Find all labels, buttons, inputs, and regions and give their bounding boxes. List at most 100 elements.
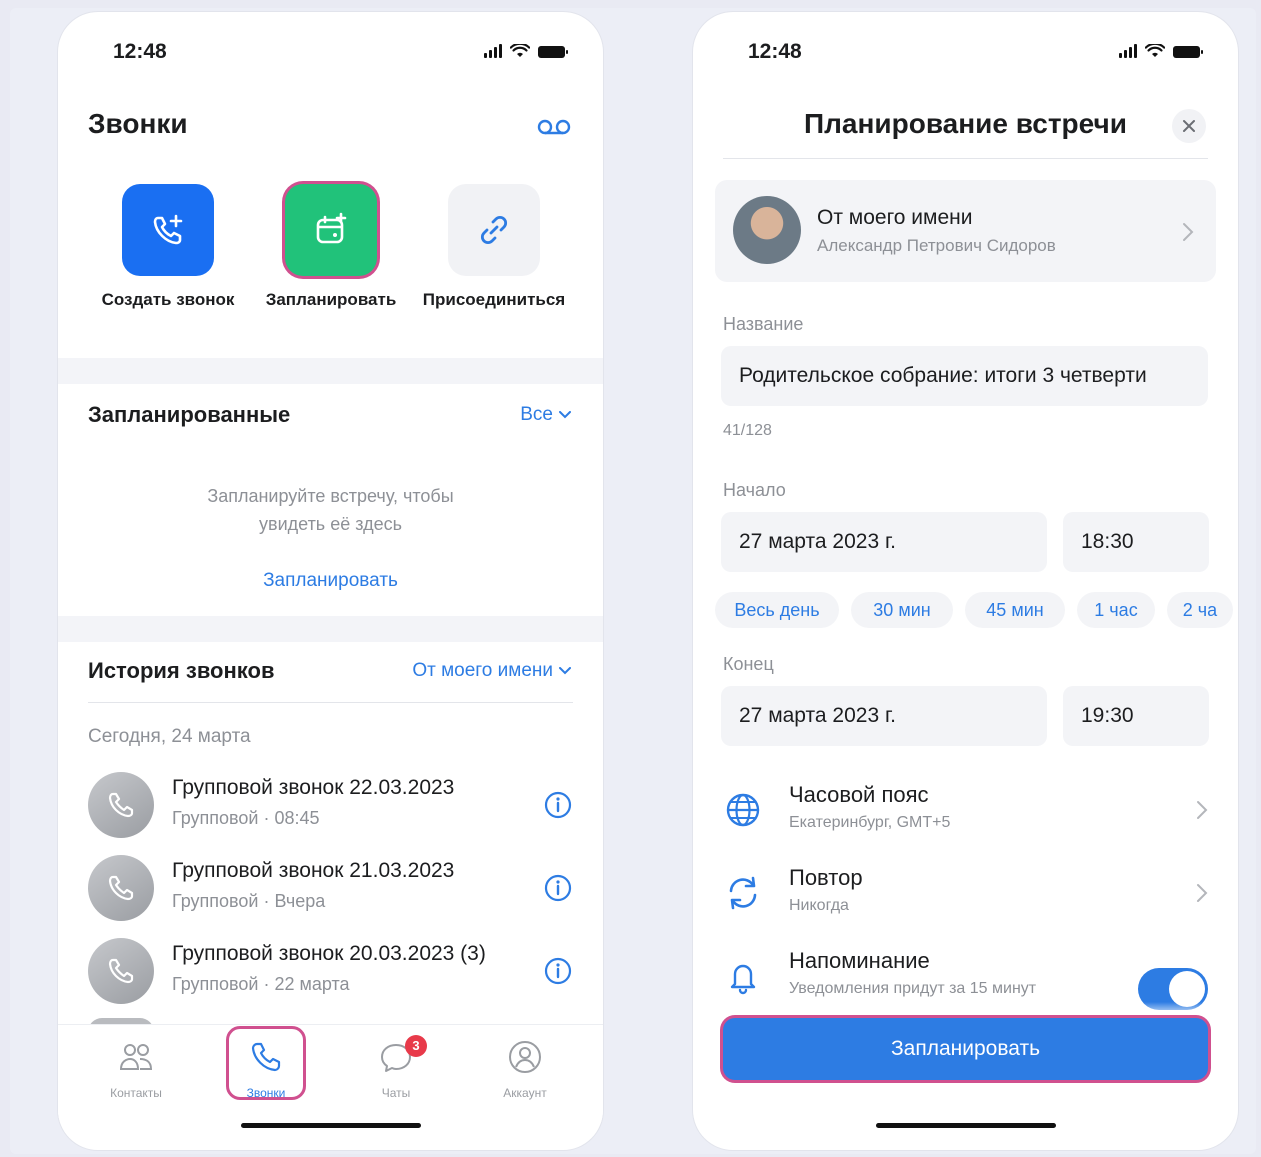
name-label: Название (723, 314, 804, 334)
wifi-icon (510, 44, 530, 57)
tab-label: Контакты (110, 1086, 162, 1100)
timezone-title: Часовой пояс (789, 782, 929, 807)
signal-icon (1119, 44, 1137, 58)
battery-icon (538, 46, 568, 58)
call-title: Групповой звонок 22.03.2023 (172, 776, 455, 799)
voicemail-icon[interactable] (537, 119, 571, 135)
duration-chip[interactable]: 2 ча (1167, 592, 1233, 628)
start-label: Начало (723, 480, 786, 500)
close-icon (1183, 120, 1195, 132)
section-divider (58, 616, 603, 642)
start-time-field[interactable]: 18:30 (1063, 512, 1209, 572)
status-time: 12:48 (748, 40, 802, 63)
call-subtitle: Групповой · 22 марта (172, 974, 350, 994)
scroll-fade (693, 1002, 1238, 1018)
call-history-item[interactable]: Групповой звонок 21.03.2023 Групповой · … (88, 855, 573, 925)
chevron-right-icon (1197, 884, 1208, 902)
divider (723, 158, 1208, 159)
empty-line-1: Запланируйте встречу, чтобы (207, 486, 454, 506)
chevron-down-icon (559, 411, 571, 419)
tab-chats[interactable]: 3 Чаты (351, 1035, 441, 1100)
duration-chip[interactable]: Весь день (715, 592, 839, 628)
call-title: Групповой звонок 21.03.2023 (172, 859, 455, 882)
call-subtitle: Групповой · Вчера (172, 891, 326, 911)
timezone-row[interactable]: Часовой пояс Екатеринбург, GMT+5 (723, 778, 1208, 842)
status-bar: 12:48 (693, 38, 1238, 68)
timezone-value: Екатеринбург, GMT+5 (789, 814, 951, 831)
tab-bar: Контакты Звонки 3 Чаты Аккаунт (58, 1024, 603, 1124)
avatar (733, 196, 801, 264)
join-tile[interactable] (448, 184, 540, 276)
duration-chip[interactable]: 30 мин (851, 592, 953, 628)
call-history-item[interactable]: Групповой звонок 20.03.2023 (3) Группово… (88, 938, 573, 1008)
tab-account[interactable]: Аккаунт (480, 1039, 570, 1100)
unread-badge: 3 (405, 1035, 427, 1057)
close-button[interactable] (1172, 109, 1206, 143)
tab-label: Чаты (381, 1086, 411, 1100)
end-date-field[interactable]: 27 марта 2023 г. (721, 686, 1047, 746)
create-call-button[interactable]: Создать звонок (88, 184, 248, 310)
schedule-label: Запланировать (265, 290, 397, 309)
page-title: Звонки (88, 108, 188, 139)
info-icon[interactable] (543, 956, 573, 986)
join-button[interactable]: Присоединиться (414, 184, 574, 310)
page-title: Планирование встречи (804, 108, 1127, 139)
schedule-button[interactable]: Запланировать (251, 184, 411, 310)
scheduled-filter-label: Все (520, 404, 553, 425)
home-indicator (875, 1123, 1056, 1128)
repeat-title: Повтор (789, 865, 863, 890)
call-avatar (88, 772, 154, 838)
phone-icon (108, 958, 134, 984)
contacts-icon (119, 1044, 153, 1070)
status-icons (1119, 44, 1203, 58)
end-time-field[interactable]: 19:30 (1063, 686, 1209, 746)
reminder-row: Напоминание Уведомления придут за 15 мин… (723, 944, 1208, 1010)
status-icons (484, 44, 568, 58)
create-call-tile[interactable] (122, 184, 214, 276)
repeat-row[interactable]: Повтор Никогда (723, 861, 1208, 925)
history-filter[interactable]: От моего имени (412, 660, 571, 682)
calendar-plus-icon (316, 212, 347, 244)
schedule-meeting-screen: 12:48 Планирование встречи От моего имен… (693, 12, 1238, 1150)
scheduled-filter[interactable]: Все (520, 404, 571, 426)
info-icon[interactable] (543, 790, 573, 820)
repeat-icon (729, 876, 757, 910)
join-label: Присоединиться (422, 290, 566, 309)
tab-highlight (226, 1026, 306, 1100)
duration-chip[interactable]: 1 час (1077, 592, 1155, 628)
call-history-item[interactable]: Групповой звонок 22.03.2023 Групповой · … (88, 772, 573, 842)
schedule-link[interactable]: Запланировать (58, 570, 603, 592)
account-icon (509, 1041, 541, 1073)
chevron-down-icon (559, 667, 571, 675)
empty-line-2: увидеть её здесь (259, 514, 402, 534)
divider (88, 702, 573, 703)
signal-icon (484, 44, 502, 58)
info-icon[interactable] (543, 873, 573, 903)
status-bar: 12:48 (58, 38, 603, 68)
call-subtitle: Групповой · 08:45 (172, 808, 320, 828)
chevron-right-icon (1197, 801, 1208, 819)
phone-icon (108, 792, 134, 818)
wifi-icon (1145, 44, 1165, 57)
call-avatar (88, 855, 154, 921)
calls-screen: 12:48 Звонки Создать звонок Запланироват… (58, 12, 603, 1150)
phone-plus-icon (153, 214, 183, 245)
schedule-submit-button[interactable]: Запланировать (723, 1018, 1208, 1080)
call-avatar (88, 938, 154, 1004)
char-counter: 41/128 (723, 422, 772, 439)
start-date-field[interactable]: 27 марта 2023 г. (721, 512, 1047, 572)
reminder-value: Уведомления придут за 15 минут (789, 980, 1037, 997)
chevron-right-icon (1183, 223, 1194, 241)
organizer-selector[interactable]: От моего имени Александр Петрович Сидоро… (715, 180, 1216, 282)
schedule-tile[interactable] (285, 184, 377, 276)
call-title: Групповой звонок 20.03.2023 (3) (172, 942, 486, 965)
scheduled-title: Запланированные (88, 402, 291, 427)
home-indicator (240, 1123, 421, 1128)
phone-icon (108, 875, 134, 901)
organizer-title: От моего имени (817, 206, 973, 229)
tab-contacts[interactable]: Контакты (91, 1039, 181, 1100)
create-call-label: Создать звонок (101, 290, 235, 309)
meeting-name-input[interactable]: Родительское собрание: итоги 3 четверти (721, 346, 1208, 406)
duration-chip[interactable]: 45 мин (965, 592, 1065, 628)
history-day: Сегодня, 24 марта (88, 726, 251, 747)
